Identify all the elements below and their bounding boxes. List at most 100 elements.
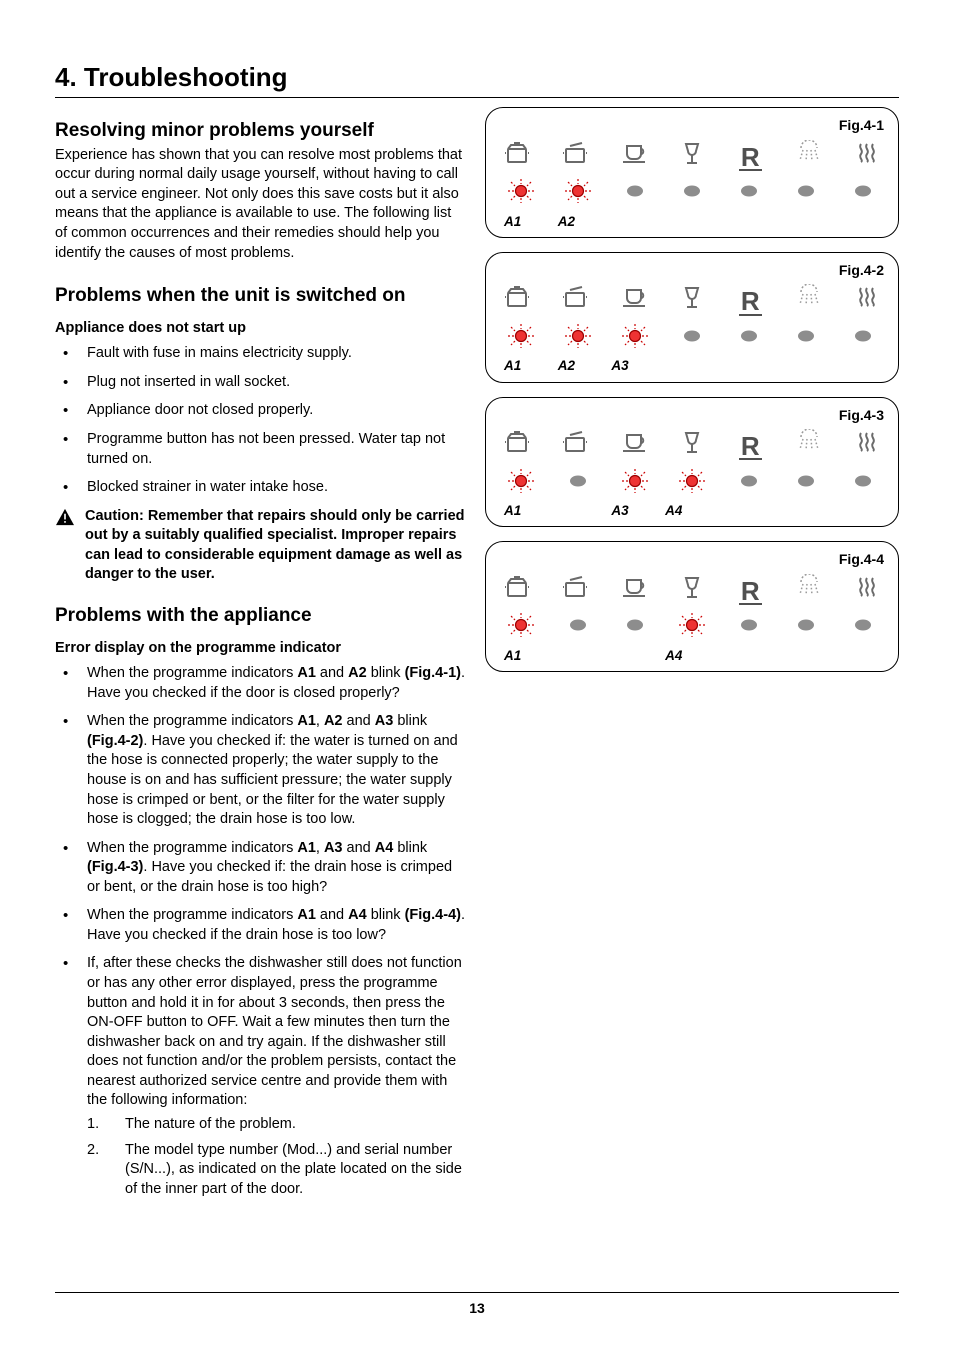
list-item: Programme button has not been pressed. W… — [55, 430, 465, 469]
footer-rule — [55, 1292, 899, 1293]
program-icon — [675, 284, 709, 317]
indicator-label — [826, 647, 880, 665]
section-heading: Problems when the unit is switched on — [55, 283, 465, 309]
indicator-led-active — [561, 323, 595, 356]
indicator-led — [561, 468, 595, 501]
indicator-led-active — [618, 468, 652, 501]
title-rule — [55, 97, 899, 98]
list-item: Blocked strainer in water intake hose. — [55, 478, 465, 498]
indicator-led-active — [561, 178, 595, 211]
indicator-label: A1 — [504, 502, 558, 520]
indicator-led — [675, 178, 709, 211]
indicator-led — [789, 612, 823, 645]
figure-label: Fig.4-2 — [839, 261, 884, 280]
program-icon — [500, 284, 534, 317]
figure-4-2: Fig.4-2 R A1A2A3 — [485, 252, 899, 383]
indicator-label-row: A1A2 — [504, 213, 880, 231]
list-item: When the programme indicators A1 and A2 … — [55, 664, 465, 703]
indicator-led-active — [675, 468, 709, 501]
ordered-sublist: 1.The nature of the problem. 2.The model… — [87, 1115, 465, 1199]
indicator-label — [665, 213, 719, 231]
program-icon — [792, 284, 826, 317]
indicator-led — [846, 468, 880, 501]
indicator-label-row: A1 A3A4 — [504, 502, 880, 520]
program-icon-row: R — [500, 430, 884, 462]
indicator-label: A3 — [611, 502, 665, 520]
program-icon: R — [733, 580, 767, 607]
indicator-label: A1 — [504, 357, 558, 375]
indicator-label-row: A1A2A3 — [504, 357, 880, 375]
indicator-led-active — [504, 612, 538, 645]
indicator-label — [826, 213, 880, 231]
program-icon — [500, 140, 534, 173]
program-icon: R — [733, 146, 767, 173]
indicator-label — [773, 502, 827, 520]
indicator-label — [773, 357, 827, 375]
indicator-label-row: A1A4 — [504, 647, 880, 665]
program-icon — [500, 429, 534, 462]
body-text: Experience has shown that you can resolv… — [55, 146, 465, 263]
program-icon — [558, 140, 592, 173]
program-icon: R — [733, 435, 767, 462]
indicator-led — [675, 323, 709, 356]
indicator-label — [719, 502, 773, 520]
program-icon-row: R — [500, 140, 884, 172]
indicator-label — [719, 357, 773, 375]
indicator-led-active — [675, 612, 709, 645]
caution-note: Caution: Remember that repairs should on… — [55, 507, 465, 585]
indicator-label — [611, 647, 665, 665]
section-heading: Problems with the appliance — [55, 603, 465, 629]
indicator-led-row — [504, 468, 880, 501]
program-icon — [850, 429, 884, 462]
subheading: Error display on the programme indicator — [55, 639, 465, 659]
indicator-led — [789, 178, 823, 211]
program-icon — [792, 429, 826, 462]
figure-label: Fig.4-1 — [839, 116, 884, 135]
page-title: 4. Troubleshooting — [55, 60, 899, 95]
list-item: When the programme indicators A1, A3 and… — [55, 839, 465, 898]
program-icon-row: R — [500, 285, 884, 317]
program-icon — [850, 574, 884, 607]
program-icon: R — [733, 290, 767, 317]
text-column: Resolving minor problems yourself Experi… — [55, 104, 465, 1208]
indicator-label — [773, 647, 827, 665]
figures-column: Fig.4-1RA1A2 Fig.4-2RA1A2A3 Fig.4-3RA1A3… — [485, 104, 899, 1208]
indicator-label — [719, 213, 773, 231]
list-item: When the programme indicators A1 and A4 … — [55, 906, 465, 945]
indicator-led — [789, 323, 823, 356]
program-icon — [617, 140, 651, 173]
indicator-led-active — [504, 323, 538, 356]
program-icon-row: R — [500, 574, 884, 606]
program-icon — [558, 284, 592, 317]
indicator-led-active — [504, 178, 538, 211]
two-column-layout: Resolving minor problems yourself Experi… — [55, 104, 899, 1208]
warning-icon — [55, 507, 77, 585]
indicator-label — [826, 502, 880, 520]
indicator-led-active — [618, 323, 652, 356]
figure-4-3: Fig.4-3RA1A3A4 — [485, 397, 899, 528]
bullet-list: When the programme indicators A1 and A2 … — [55, 664, 465, 1199]
indicator-label — [558, 647, 612, 665]
indicator-led — [846, 323, 880, 356]
indicator-led — [618, 612, 652, 645]
indicator-led-row — [504, 178, 880, 211]
list-item: Fault with fuse in mains electricity sup… — [55, 344, 465, 364]
indicator-led — [732, 468, 766, 501]
list-item: 1.The nature of the problem. — [87, 1115, 465, 1135]
indicator-led — [732, 178, 766, 211]
indicator-label: A3 — [611, 357, 665, 375]
indicator-label: A1 — [504, 647, 558, 665]
indicator-label: A4 — [665, 502, 719, 520]
program-icon — [617, 284, 651, 317]
indicator-label — [611, 213, 665, 231]
page-footer: 13 — [0, 1292, 954, 1318]
indicator-led-active — [504, 468, 538, 501]
indicator-label: A2 — [558, 213, 612, 231]
indicator-label — [665, 357, 719, 375]
indicator-led — [732, 323, 766, 356]
program-icon — [792, 574, 826, 607]
program-icon — [850, 284, 884, 317]
list-item: Plug not inserted in wall socket. — [55, 373, 465, 393]
indicator-led — [846, 612, 880, 645]
figure-4-4: Fig.4-4RA1A4 — [485, 541, 899, 672]
